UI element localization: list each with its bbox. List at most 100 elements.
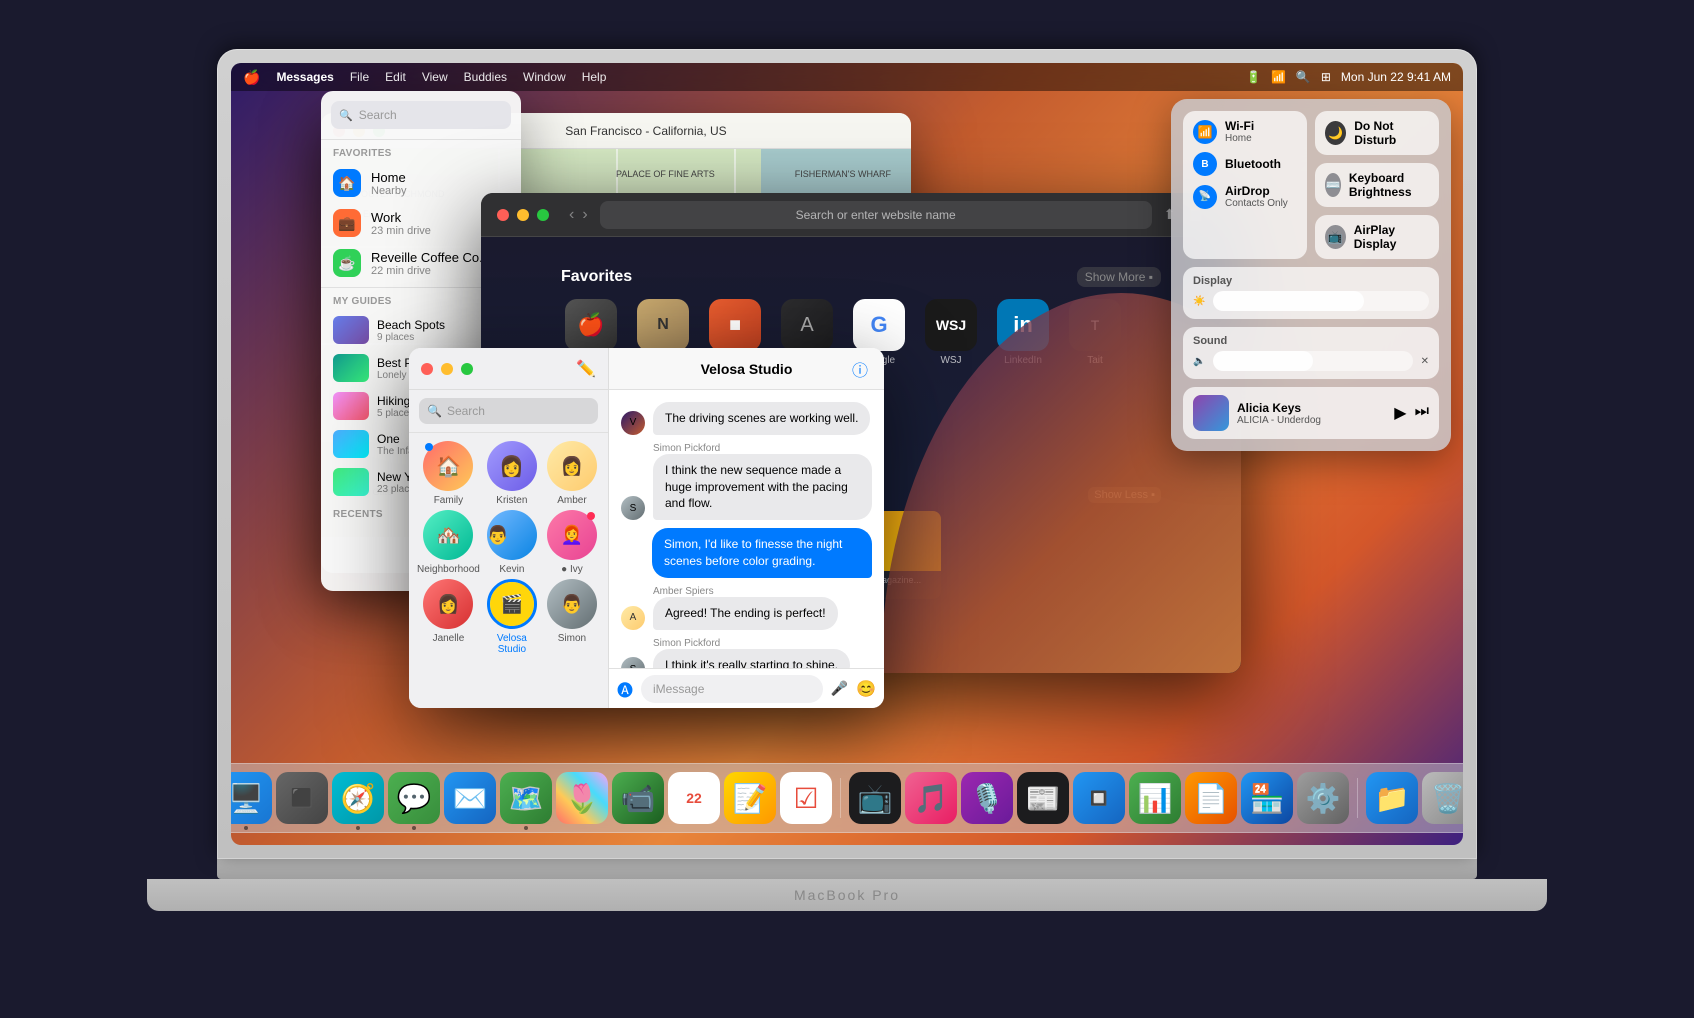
appstore-icon: 🏪 — [1250, 782, 1285, 815]
dnd-icon: 🌙 — [1325, 121, 1346, 145]
emoji-button-left[interactable]: 🅐 — [617, 677, 633, 701]
display-slider[interactable] — [1213, 291, 1429, 311]
show-more-button[interactable]: Show More ▪ — [1077, 267, 1161, 287]
compose-button[interactable]: ✏️ — [576, 359, 596, 379]
bluetooth-label: Bluetooth — [1225, 157, 1281, 171]
emoji-button-right[interactable]: 😊 — [856, 679, 876, 699]
play-button[interactable]: ▶ — [1394, 403, 1406, 423]
apple-icon[interactable]: 🍎 — [243, 69, 260, 86]
music-info: Alicia Keys ALICIA - Underdog — [1237, 401, 1386, 426]
wifi-icon[interactable]: 📶 — [1271, 70, 1286, 84]
safari-minimize-button[interactable] — [517, 209, 529, 221]
dock-podcasts[interactable]: 🎙️ — [961, 772, 1013, 824]
dock-numbers[interactable]: 📊 — [1129, 772, 1181, 824]
conv-ivy[interactable]: 👩‍🦰 ● Ivy — [544, 510, 600, 575]
dock-reminders[interactable]: ☑ — [780, 772, 832, 824]
conversations-grid: 🏠 Family 👩 Kristen — [409, 433, 608, 663]
fav-wsj-label: WSJ — [940, 355, 961, 366]
guide-hiking-thumb — [333, 392, 369, 420]
dock-calendar[interactable]: 22 — [668, 772, 720, 824]
conv-family[interactable]: 🏠 Family — [417, 441, 480, 506]
dock-facetime[interactable]: 📹 — [612, 772, 664, 824]
cc-display-slider-row: ☀️ — [1193, 291, 1429, 311]
cc-airplay-tile[interactable]: 📺 AirPlay Display — [1315, 215, 1439, 259]
dock-finder[interactable]: 🖥️ — [231, 772, 272, 824]
dock-appstore[interactable]: 🏪 — [1241, 772, 1293, 824]
dock-safari[interactable]: 🧭 — [332, 772, 384, 824]
menu-help[interactable]: Help — [582, 70, 607, 84]
safari-titlebar: ‹ › Search or enter website name ⬆ 📋 + — [481, 193, 1241, 237]
dock-news[interactable]: 📰 — [1017, 772, 1069, 824]
wifi-label: Wi-Fi — [1225, 119, 1254, 133]
conv-velosa[interactable]: 🎬 Velosa Studio — [484, 579, 540, 655]
conv-amber[interactable]: 👩 Amber — [544, 441, 600, 506]
fav-wsj[interactable]: WSJ WSJ — [921, 299, 981, 377]
messages-search-box[interactable]: 🔍 Search — [419, 398, 598, 424]
menu-edit[interactable]: Edit — [385, 70, 406, 84]
control-center-icon[interactable]: ⊞ — [1321, 70, 1331, 84]
conv-simon[interactable]: 👨 Simon — [544, 579, 600, 655]
calendar-icon: 22 — [686, 790, 702, 806]
safari-close-button[interactable] — [497, 209, 509, 221]
conv-amber-label: Amber — [557, 495, 586, 506]
voice-button[interactable]: 🎤 — [831, 680, 848, 697]
conv-janelle[interactable]: 👩 Janelle — [417, 579, 480, 655]
info-button[interactable]: ⓘ — [852, 357, 868, 381]
menu-window[interactable]: Window — [523, 70, 566, 84]
menu-view[interactable]: View — [422, 70, 448, 84]
macbook-base: MacBook Pro — [147, 879, 1547, 911]
dock-mail[interactable]: ✉️ — [444, 772, 496, 824]
search-icon[interactable]: 🔍 — [1296, 70, 1311, 84]
sound-slider[interactable] — [1213, 351, 1412, 371]
forward-button[interactable]: › — [582, 206, 587, 224]
favorites-header: Favorites Show More ▪ — [561, 267, 1161, 287]
cc-sound-slider-row: 🔈 ✕ — [1193, 351, 1429, 371]
dock-files[interactable]: 📁 — [1366, 772, 1418, 824]
dock-music[interactable]: 🎵 — [905, 772, 957, 824]
dock-trash[interactable]: 🗑️ — [1422, 772, 1463, 824]
dock-launchpad[interactable]: ⬛ — [276, 772, 328, 824]
conv-kristen[interactable]: 👩 Kristen — [484, 441, 540, 506]
menu-buddies[interactable]: Buddies — [464, 70, 507, 84]
wifi-sub: Home — [1225, 133, 1254, 144]
dock-notch[interactable]: 🔲 — [1073, 772, 1125, 824]
menubar-right: 🔋 📶 🔍 ⊞ Mon Jun 22 9:41 AM — [1246, 70, 1451, 84]
dock-appletv[interactable]: 📺 — [849, 772, 901, 824]
menu-file[interactable]: File — [350, 70, 369, 84]
cc-wifi-row[interactable]: 📶 Wi-Fi Home — [1193, 119, 1297, 144]
message-input[interactable]: iMessage — [641, 675, 823, 703]
dock-syspref[interactable]: ⚙️ — [1297, 772, 1349, 824]
cc-dnd-tile[interactable]: 🌙 Do Not Disturb — [1315, 111, 1439, 155]
msg-close-btn[interactable] — [421, 363, 433, 375]
msg-avatar-1: V — [621, 411, 645, 435]
app-name[interactable]: Messages — [276, 70, 333, 84]
airdrop-sub: Contacts Only — [1225, 198, 1288, 209]
back-button[interactable]: ‹ — [569, 206, 574, 224]
dock-messages[interactable]: 💬 — [388, 772, 440, 824]
conv-neighborhood[interactable]: 🏘️ Neighborhood — [417, 510, 480, 575]
msg-full-btn[interactable] — [461, 363, 473, 375]
messages-dock-icon: 💬 — [397, 782, 432, 815]
safari-url-bar[interactable]: Search or enter website name — [600, 201, 1152, 229]
dock-photos[interactable]: 🌷 — [556, 772, 608, 824]
cc-bluetooth-row[interactable]: B Bluetooth — [1193, 152, 1297, 176]
safari-fullscreen-button[interactable] — [537, 209, 549, 221]
cc-wifi-text: Wi-Fi Home — [1225, 119, 1254, 144]
sound-slider-fill — [1213, 351, 1313, 371]
search-placeholder: Search — [359, 108, 397, 122]
conv-kevin[interactable]: 👨 Kevin — [484, 510, 540, 575]
cc-music-tile: Alicia Keys ALICIA - Underdog ▶ ⏭ — [1183, 387, 1439, 439]
cc-airdrop-row[interactable]: 📡 AirDrop Contacts Only — [1193, 184, 1297, 209]
dock-maps[interactable]: 🗺️ — [500, 772, 552, 824]
keyboard-icon: ⌨️ — [1325, 173, 1341, 197]
cc-right-col: 🌙 Do Not Disturb ⌨️ Keyboard Brightness … — [1315, 111, 1439, 259]
maps-search-box[interactable]: 🔍 Search — [331, 101, 511, 129]
next-button[interactable]: ⏭ — [1415, 403, 1429, 423]
messages-search: 🔍 Search — [409, 390, 608, 433]
reminders-icon: ☑ — [793, 782, 818, 815]
dock-notes[interactable]: 📝 — [724, 772, 776, 824]
dock-pages[interactable]: 📄 — [1185, 772, 1237, 824]
sound-label: Sound — [1193, 335, 1429, 347]
cc-keyboard-tile[interactable]: ⌨️ Keyboard Brightness — [1315, 163, 1439, 207]
msg-min-btn[interactable] — [441, 363, 453, 375]
